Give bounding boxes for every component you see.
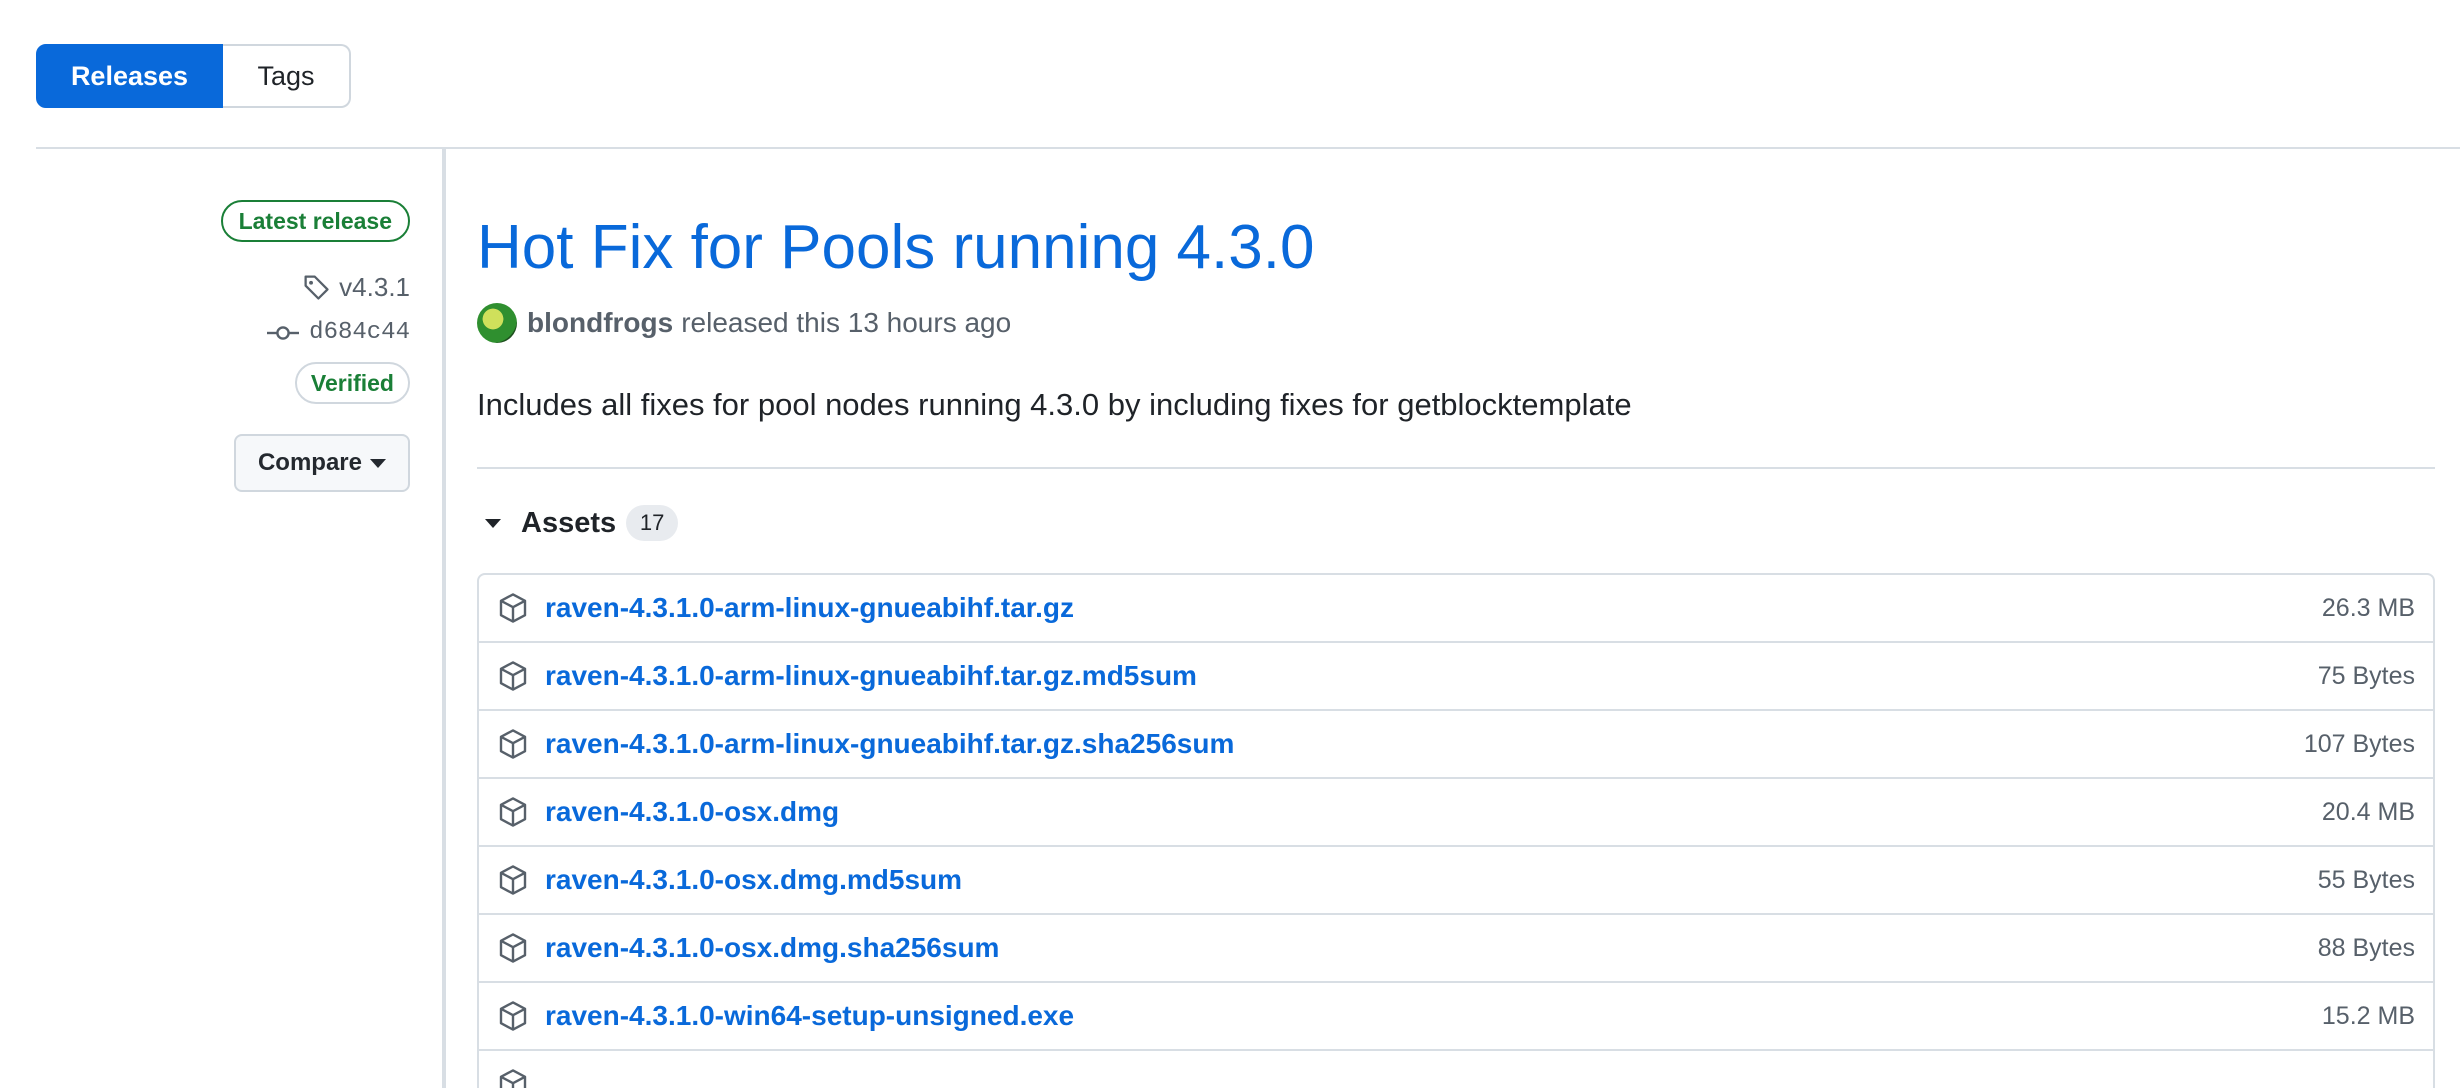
commit-sha: d684c44: [309, 319, 410, 346]
asset-download-link[interactable]: raven-4.3.1.0-osx.dmg.md5sum: [545, 864, 2318, 896]
released-time-text: released this 13 hours ago: [681, 307, 1012, 338]
asset-row: raven-4.3.1.0-osx.dmg 20.4 MB: [479, 779, 2433, 847]
tag-icon: [304, 274, 329, 300]
release-title[interactable]: Hot Fix for Pools running 4.3.0: [477, 205, 2435, 291]
package-icon: [499, 865, 527, 895]
latest-release-badge[interactable]: Latest release: [220, 200, 410, 242]
compare-button[interactable]: Compare: [233, 434, 410, 492]
package-icon: [499, 661, 527, 691]
asset-size: 20.4 MB: [2321, 797, 2415, 826]
release-card: Hot Fix for Pools running 4.3.0 blondfro…: [477, 205, 2435, 1088]
assets-list: raven-4.3.1.0-arm-linux-gnueabihf.tar.gz…: [477, 573, 2435, 1088]
asset-size: 15.2 MB: [2321, 1001, 2415, 1030]
asset-size: 107 Bytes: [2303, 729, 2415, 758]
package-icon: [499, 797, 527, 827]
asset-size: 75 Bytes: [2317, 661, 2415, 690]
tag-label: v4.3.1: [339, 272, 410, 302]
asset-row: raven-4.3.1.0-win64-setup-unsigned.exe 15…: [479, 983, 2433, 1051]
triangle-down-icon: [370, 458, 386, 468]
tab-releases[interactable]: Releases: [36, 44, 223, 108]
releases-tags-switcher: Releases Tags: [36, 44, 351, 108]
asset-row: [479, 1051, 2433, 1088]
release-description: Includes all fixes for pool nodes runnin…: [477, 387, 1632, 422]
compare-label: Compare: [257, 449, 362, 476]
git-commit-icon: [267, 325, 300, 340]
timeline-divider: [442, 149, 446, 1088]
package-icon: [499, 933, 527, 963]
package-icon: [499, 729, 527, 759]
asset-size: 26.3 MB: [2321, 593, 2415, 622]
asset-size: 55 Bytes: [2317, 865, 2415, 894]
asset-download-link[interactable]: raven-4.3.1.0-arm-linux-gnueabihf.tar.gz: [545, 592, 2322, 624]
package-icon: [499, 1069, 527, 1088]
header-divider: [36, 147, 2460, 149]
asset-size: 88 Bytes: [2317, 933, 2415, 962]
description-divider: [477, 467, 2435, 469]
avatar[interactable]: [477, 303, 517, 343]
release-sidebar: Latest release v4.3.1 d684c44 Verified C…: [30, 200, 410, 492]
verified-badge[interactable]: Verified: [294, 362, 410, 404]
package-icon: [499, 1001, 527, 1031]
asset-row: raven-4.3.1.0-osx.dmg.sha256sum 88 Bytes: [479, 915, 2433, 983]
asset-row: raven-4.3.1.0-arm-linux-gnueabihf.tar.gz…: [479, 643, 2433, 711]
tab-tags[interactable]: Tags: [223, 44, 351, 108]
asset-row: raven-4.3.1.0-osx.dmg.md5sum 55 Bytes: [479, 847, 2433, 915]
asset-download-link[interactable]: raven-4.3.1.0-arm-linux-gnueabihf.tar.gz…: [545, 728, 2304, 760]
release-tag-link[interactable]: v4.3.1: [303, 272, 410, 303]
asset-row: raven-4.3.1.0-arm-linux-gnueabihf.tar.gz…: [479, 711, 2433, 779]
asset-download-link[interactable]: raven-4.3.1.0-win64-setup-unsigned.exe: [545, 1000, 2322, 1032]
commit-link[interactable]: d684c44: [267, 319, 410, 346]
assets-label: Assets: [521, 506, 617, 539]
asset-download-link[interactable]: raven-4.3.1.0-arm-linux-gnueabihf.tar.gz…: [545, 660, 2318, 692]
asset-row: raven-4.3.1.0-arm-linux-gnueabihf.tar.gz…: [479, 575, 2433, 643]
author-link[interactable]: blondfrogs: [527, 307, 673, 339]
assets-count-badge: 17: [626, 505, 679, 541]
assets-toggle[interactable]: Assets 17: [477, 503, 2435, 543]
release-byline: blondfrogs released this 13 hours ago: [477, 303, 2435, 343]
asset-download-link[interactable]: raven-4.3.1.0-osx.dmg: [545, 796, 2322, 828]
asset-download-link[interactable]: raven-4.3.1.0-osx.dmg.sha256sum: [545, 932, 2318, 964]
triangle-down-icon: [485, 518, 501, 528]
package-icon: [499, 593, 527, 623]
